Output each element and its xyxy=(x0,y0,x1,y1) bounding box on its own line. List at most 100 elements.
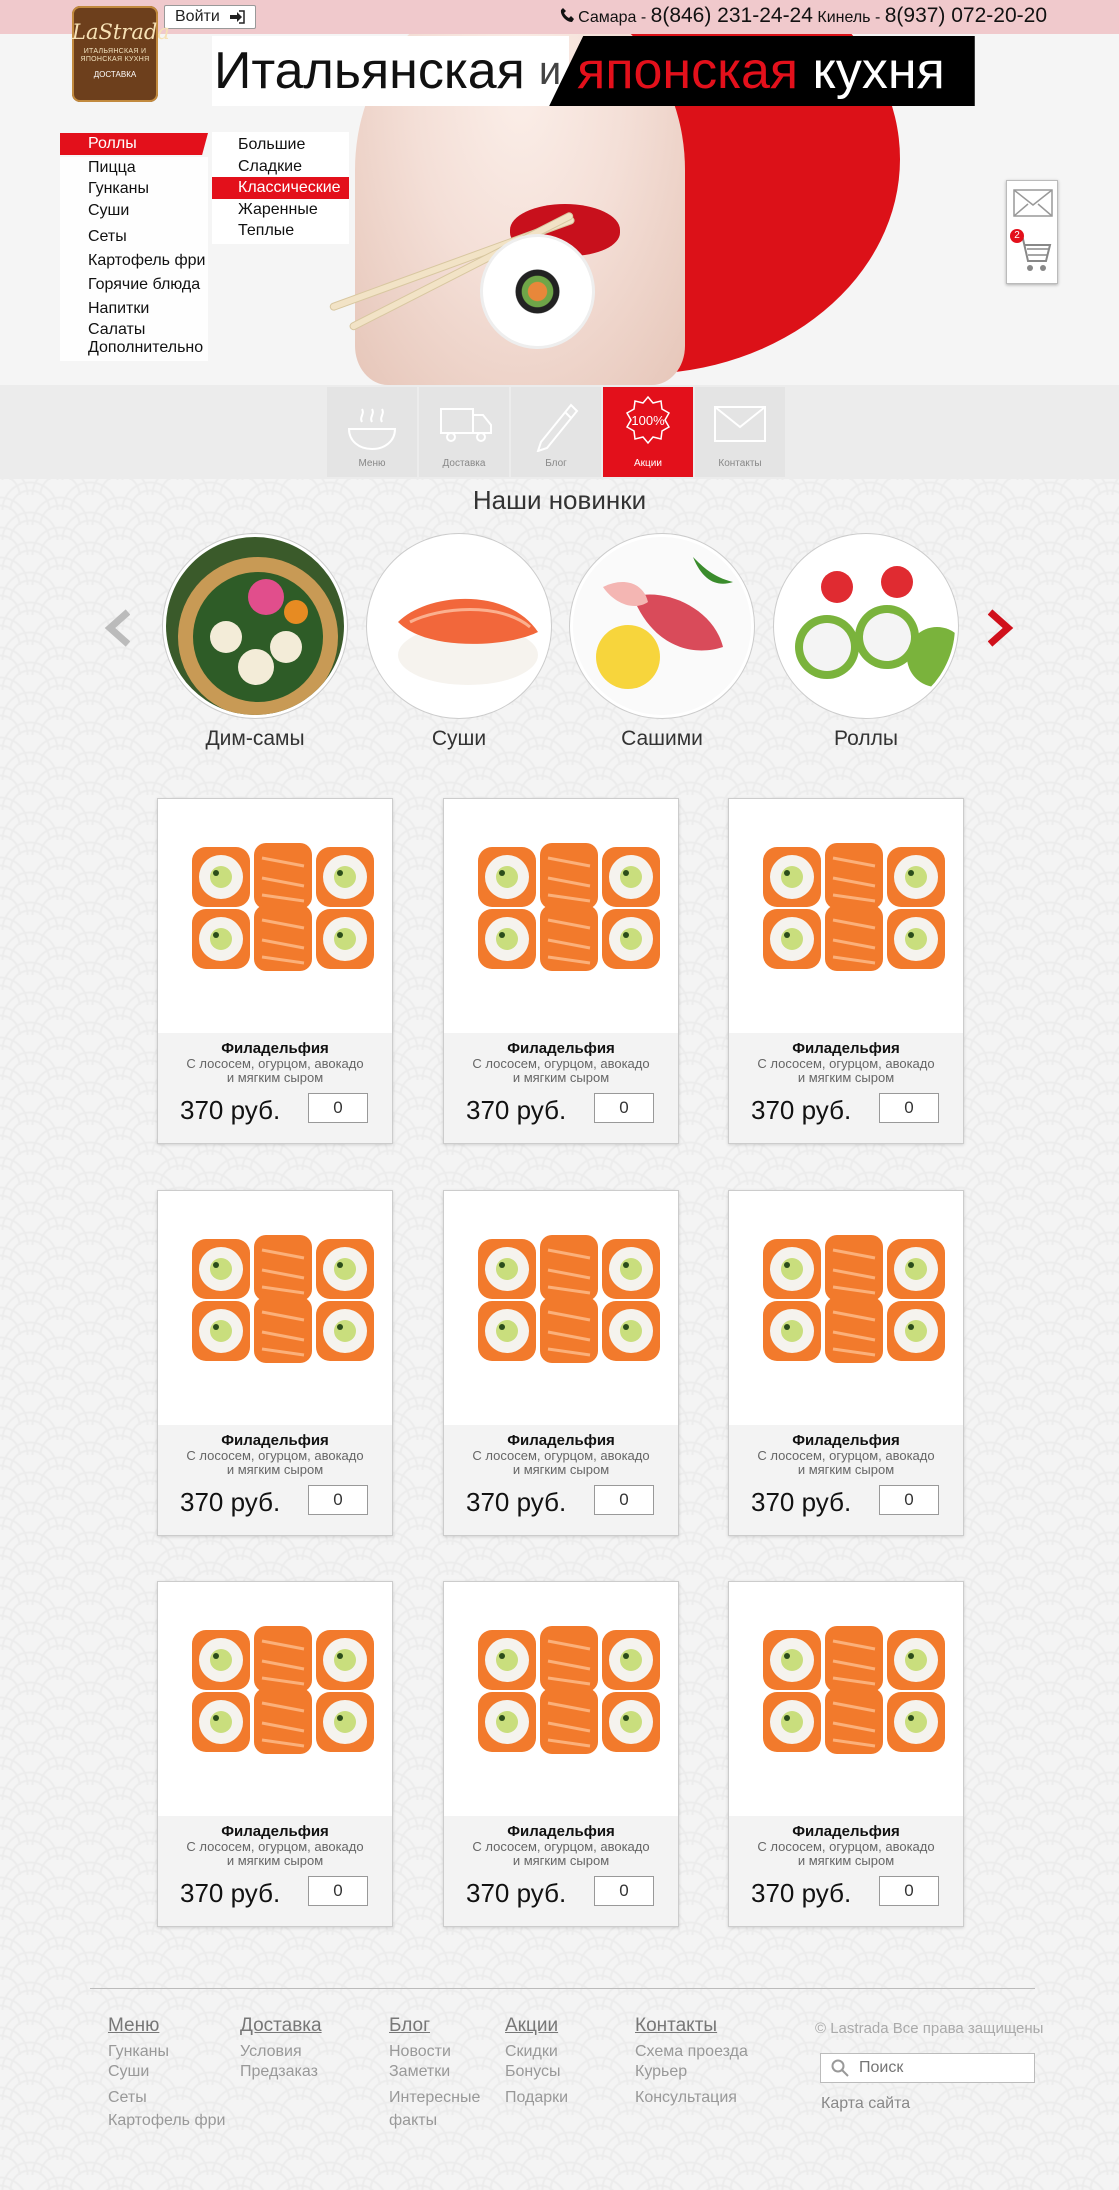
submenu-item-warm[interactable]: Теплые xyxy=(212,220,349,242)
product-image[interactable] xyxy=(444,1191,678,1425)
nav-tile-blog[interactable]: Блог xyxy=(511,387,601,477)
product-card[interactable]: Филадельфия С лососем, огурцом, авокадо и … xyxy=(728,798,964,1144)
product-card[interactable]: Филадельфия С лососем, огурцом, авокадо и … xyxy=(157,1190,393,1536)
product-desc: и мягким сыром xyxy=(797,1070,895,1085)
nav-tile-menu[interactable]: Меню xyxy=(327,387,417,477)
logo-delivery: ДОСТАВКА xyxy=(93,70,137,79)
footer-link[interactable]: факты xyxy=(389,2109,480,2132)
product-image[interactable] xyxy=(158,799,392,1033)
carousel-prev-arrow-icon[interactable] xyxy=(104,608,130,648)
footer-link[interactable]: Условия xyxy=(240,2042,322,2062)
carousel-next-arrow-icon[interactable] xyxy=(988,608,1014,648)
product-image[interactable] xyxy=(158,1582,392,1816)
phone-samara[interactable]: 8(846) 231-24-24 xyxy=(651,4,813,27)
footer-link[interactable]: Заметки xyxy=(389,2062,480,2082)
envelope-icon[interactable] xyxy=(1013,189,1053,217)
envelope-icon xyxy=(714,406,766,442)
menu-item-fries[interactable]: Картофель фри xyxy=(60,248,208,272)
logo-tagline: ИТАЛЬЯНСКАЯ И ЯПОНСКАЯ КУХНЯ xyxy=(80,48,150,63)
footer-search[interactable] xyxy=(820,2053,1035,2083)
submenu-item-fried[interactable]: Жаренные xyxy=(212,199,349,221)
submenu-item-sweet[interactable]: Сладкие xyxy=(212,156,349,178)
footer-link[interactable]: Гунканы xyxy=(108,2042,225,2062)
product-image[interactable] xyxy=(444,799,678,1033)
percent-badge-icon: 100% xyxy=(625,395,671,445)
footer-link[interactable]: Курьер xyxy=(635,2062,748,2082)
product-card[interactable]: Филадельфия С лососем, огурцом, авокадо и … xyxy=(157,798,393,1144)
menu-item-rolls[interactable]: Роллы xyxy=(60,133,208,155)
footer-heading-menu[interactable]: Меню xyxy=(108,2015,225,2037)
footer-heading-contacts[interactable]: Контакты xyxy=(635,2015,748,2037)
search-input[interactable] xyxy=(859,2054,1029,2082)
nav-tile-delivery[interactable]: Доставка xyxy=(419,387,509,477)
quantity-input[interactable]: 0 xyxy=(879,1485,939,1515)
footer-link[interactable]: Картофель фри xyxy=(108,2109,225,2132)
novelty-dimsum-image[interactable] xyxy=(163,534,347,718)
sitemap-link[interactable]: Карта сайта xyxy=(821,2095,910,2113)
nav-tile-contacts[interactable]: Контакты xyxy=(695,387,785,477)
quantity-input[interactable]: 0 xyxy=(879,1876,939,1906)
product-info: Филадельфия С лососем, огурцом, авокадо и … xyxy=(158,1033,392,1143)
footer-link[interactable]: Предзаказ xyxy=(240,2062,322,2082)
footer-link[interactable]: Суши xyxy=(108,2062,225,2082)
quantity-input[interactable]: 0 xyxy=(308,1876,368,1906)
footer-heading-delivery[interactable]: Доставка xyxy=(240,2015,322,2037)
copyright: © Lastrada Все права защищены xyxy=(815,2020,1044,2037)
product-name: Филадельфия xyxy=(792,1040,900,1057)
menu-item-hot-dishes[interactable]: Горячие блюда xyxy=(60,272,208,296)
product-price: 370 руб. xyxy=(180,1878,281,1908)
footer-link[interactable]: Сеты xyxy=(108,2086,225,2109)
product-card[interactable]: Филадельфия С лососем, огурцом, авокадо и … xyxy=(157,1581,393,1927)
novelty-sashimi-image[interactable] xyxy=(570,534,754,718)
submenu-item-big[interactable]: Большие xyxy=(212,134,349,156)
product-card[interactable]: Филадельфия С лососем, огурцом, авокадо и … xyxy=(443,798,679,1144)
product-image[interactable] xyxy=(729,1582,963,1816)
product-name: Филадельфия xyxy=(507,1823,615,1840)
product-card[interactable]: Филадельфия С лососем, огурцом, авокадо и … xyxy=(443,1190,679,1536)
logo-name: LaStrada xyxy=(72,20,170,44)
quantity-input[interactable]: 0 xyxy=(879,1093,939,1123)
quantity-input[interactable]: 0 xyxy=(594,1485,654,1515)
footer-link[interactable]: Схема проезда xyxy=(635,2042,748,2062)
product-card[interactable]: Филадельфия С лососем, огурцом, авокадо и … xyxy=(728,1190,964,1536)
menu-item-drinks[interactable]: Напитки xyxy=(60,296,208,319)
quantity-input[interactable]: 0 xyxy=(594,1876,654,1906)
product-desc: С лососем, огурцом, авокадо xyxy=(472,1839,650,1854)
phone-kinel[interactable]: 8(937) 072-20-20 xyxy=(885,4,1047,27)
menu-item-salads[interactable]: Салаты xyxy=(60,319,208,339)
quantity-input[interactable]: 0 xyxy=(594,1093,654,1123)
menu-item-sushi[interactable]: Суши xyxy=(60,200,208,224)
product-card[interactable]: Филадельфия С лососем, огурцом, авокадо и … xyxy=(443,1581,679,1927)
nav-tile-promotions[interactable]: 100% Акции xyxy=(603,387,693,477)
menu-item-gunkans[interactable]: Гунканы xyxy=(60,180,208,200)
product-desc: и мягким сыром xyxy=(797,1462,895,1477)
product-image[interactable] xyxy=(729,1191,963,1425)
quantity-input[interactable]: 0 xyxy=(308,1485,368,1515)
footer-link[interactable]: Консультация xyxy=(635,2086,748,2109)
product-card[interactable]: Филадельфия С лососем, огурцом, авокадо и … xyxy=(728,1581,964,1927)
footer-heading-promotions[interactable]: Акции xyxy=(505,2015,568,2037)
footer-link[interactable]: Новости xyxy=(389,2042,480,2062)
quantity-input[interactable]: 0 xyxy=(308,1093,368,1123)
product-desc: и мягким сыром xyxy=(226,1070,324,1085)
menu-item-sets[interactable]: Сеты xyxy=(60,224,208,248)
product-price: 370 руб. xyxy=(751,1878,852,1908)
submenu-item-classic[interactable]: Классические xyxy=(212,177,349,199)
product-image[interactable] xyxy=(158,1191,392,1425)
novelty-rolls-image[interactable] xyxy=(774,534,958,718)
login-button[interactable]: Войти xyxy=(164,5,256,29)
footer-link[interactable]: Подарки xyxy=(505,2086,568,2109)
product-desc: и мягким сыром xyxy=(797,1853,895,1868)
main-nav-tiles: Меню Доставка Блог 100% Акции Контакты xyxy=(327,387,785,477)
footer-link[interactable]: Бонусы xyxy=(505,2062,568,2082)
menu-item-extra[interactable]: Дополнительно xyxy=(60,339,208,361)
product-image[interactable] xyxy=(729,799,963,1033)
novelty-sushi-image[interactable] xyxy=(367,534,551,718)
product-image[interactable] xyxy=(444,1582,678,1816)
product-price: 370 руб. xyxy=(466,1487,567,1517)
footer-link[interactable]: Скидки xyxy=(505,2042,568,2062)
site-logo[interactable]: LaStrada ИТАЛЬЯНСКАЯ И ЯПОНСКАЯ КУХНЯ ДО… xyxy=(72,6,170,102)
footer-link[interactable]: Интересные xyxy=(389,2086,480,2109)
menu-item-pizza[interactable]: Пицца xyxy=(60,157,208,180)
footer-heading-blog[interactable]: Блог xyxy=(389,2015,480,2037)
